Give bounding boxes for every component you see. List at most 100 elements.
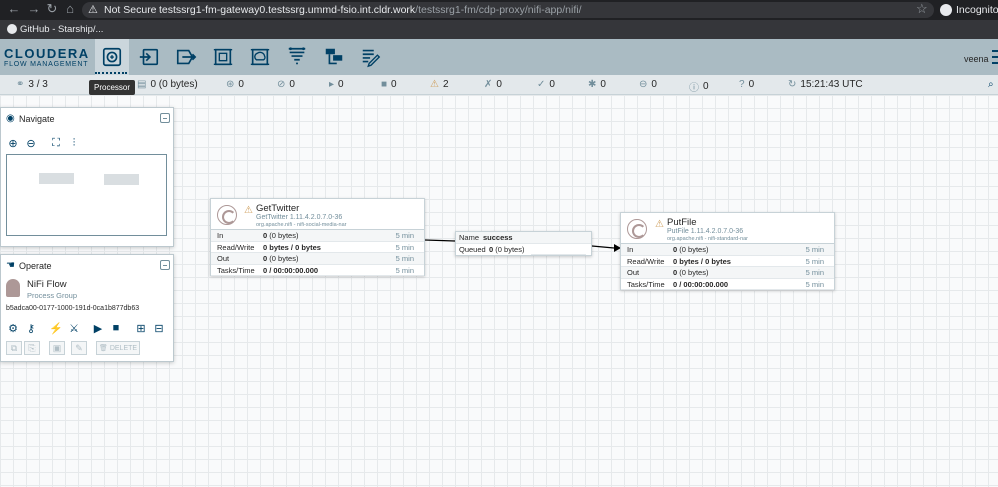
processor-header: ⚠ GetTwitter GetTwitter 1.11.4.2.0.7.0-3… (211, 199, 424, 230)
connection-label[interactable]: Name success Queued 0 (0 bytes) (455, 231, 592, 256)
fit-icon[interactable]: ⛶ (49, 136, 63, 150)
stat-row: Tasks/Time 0 / 00:00:00.000 5 min (621, 279, 834, 290)
paste-icon[interactable]: ⎘ (24, 341, 40, 355)
stale-count: 0 (651, 79, 657, 90)
create-template-icon[interactable]: ⊞ (134, 321, 148, 335)
processor-bundle: org.apache.nifi - nifi-social-media-nar (256, 222, 347, 228)
forward-icon[interactable]: → (26, 1, 42, 16)
processor-name: GetTwitter (256, 203, 300, 214)
zoom-in-icon[interactable]: ⊕ (6, 136, 20, 150)
stopped-status: ■ 0 (381, 79, 397, 90)
connection-name-row: Name success (456, 232, 591, 244)
disabled-count: 0 (496, 79, 502, 90)
stat-value: 0 bytes / 0 bytes (263, 242, 321, 254)
connection-queued-label: Queued (459, 245, 486, 254)
cluster-icon: ⚭ (16, 79, 25, 90)
stat-value: 0 (0 bytes) (673, 244, 708, 256)
processor-icon (102, 47, 122, 67)
queue-progress-bar (531, 254, 586, 255)
url-path: /testssrg1-fm/cdp-proxy/nifi-app/nifi/ (415, 4, 582, 16)
navigate-title: Navigate (19, 114, 55, 124)
upload-template-icon[interactable]: ⊟ (152, 321, 166, 335)
zoom-out-icon[interactable]: ⊖ (24, 136, 38, 150)
output-port-button[interactable] (172, 43, 200, 71)
collapse-icon[interactable] (160, 260, 170, 270)
processor-button[interactable] (95, 39, 129, 75)
bookmark-star-icon[interactable]: ☆ (916, 1, 928, 17)
nifi-header: CLOUDERA FLOW MANAGEMENT veena (0, 39, 998, 75)
process-group-button[interactable] (209, 43, 237, 71)
connection-queued-row: Queued 0 (0 bytes) (456, 244, 591, 256)
color-icon[interactable]: ✎ (71, 341, 87, 355)
github-icon (7, 24, 17, 34)
stopped-count: 0 (391, 79, 397, 90)
processor-putfile[interactable]: ⚠ PutFile PutFile 1.11.4.2.0.7.0-36 org.… (620, 212, 835, 290)
remote-process-group-icon (250, 48, 270, 66)
actual-size-icon[interactable]: ⫶ (67, 136, 81, 150)
start-icon[interactable]: ▶ (91, 321, 105, 335)
home-icon[interactable]: ⌂ (62, 1, 78, 16)
collapse-icon[interactable] (160, 113, 170, 123)
operate-header[interactable]: ☚ Operate (1, 255, 173, 277)
copy-icon[interactable]: ⧉ (6, 341, 22, 355)
global-menu-icon[interactable] (992, 50, 998, 64)
current-user[interactable]: veena (964, 54, 989, 64)
birdseye-processor (104, 174, 139, 185)
stat-bytes: (0 bytes) (269, 254, 299, 263)
template-button[interactable] (320, 43, 348, 71)
reload-icon[interactable]: ↻ (44, 1, 60, 17)
stat-bytes: (0 bytes) (269, 231, 299, 240)
sync-failure-status: ? 0 (739, 79, 754, 90)
delete-button[interactable]: 🗑 DELETE (96, 341, 140, 355)
connection-name-label: Name (459, 233, 480, 242)
incognito-label: Incognito (956, 4, 998, 16)
queued-status: ▤ 0 (0 bytes) (137, 79, 198, 90)
processor-type: GetTwitter 1.11.4.2.0.7.0-36 (256, 214, 343, 221)
key-icon[interactable]: ⚷ (24, 321, 38, 335)
label-button[interactable] (357, 43, 385, 71)
not-transmitting-icon: ⊘ (277, 79, 286, 90)
stat-value: 0 (0 bytes) (263, 230, 298, 242)
stat-row: In 0 (0 bytes) 5 min (621, 244, 834, 256)
incognito-icon (940, 4, 952, 16)
warning-icon[interactable]: ⚠ (655, 219, 664, 230)
input-port-button[interactable] (135, 43, 163, 71)
stat-window: 5 min (805, 268, 824, 277)
funnel-button[interactable] (283, 43, 311, 71)
stat-number: 0 (263, 231, 268, 240)
flow-canvas[interactable]: ◉ Navigate ⊕ ⊖ ⛶ ⫶ ☚ Operate NiFi Flow P… (0, 95, 998, 487)
stat-bytes: (0 bytes) (679, 245, 709, 254)
bookmark-github[interactable]: GitHub - Starship/... (20, 20, 103, 39)
remote-process-group-button[interactable] (246, 43, 274, 71)
birdseye-view[interactable] (6, 154, 167, 236)
disabled-status: ✗ 0 (484, 79, 502, 90)
label-icon (362, 49, 381, 68)
stat-number: 0 (263, 254, 268, 263)
address-bar[interactable]: ⚠ Not Secure testssrg1-fm-gateway0.tests… (82, 2, 934, 18)
transmitting-count: 0 (238, 79, 244, 90)
navigate-panel: ◉ Navigate ⊕ ⊖ ⛶ ⫶ (0, 107, 174, 247)
check-icon: ✓ (537, 79, 546, 90)
navigate-header[interactable]: ◉ Navigate (1, 108, 173, 130)
transmitting-icon: ⊛ (226, 79, 235, 90)
gear-icon[interactable]: ⚙ (6, 321, 20, 335)
cloudera-logo: CLOUDERA (4, 46, 90, 61)
back-icon[interactable]: ← (6, 1, 22, 16)
not-transmitting-status: ⊘ 0 (277, 79, 295, 90)
group-icon[interactable]: ▣ (49, 341, 65, 355)
processor-gettwitter[interactable]: ⚠ GetTwitter GetTwitter 1.11.4.2.0.7.0-3… (210, 198, 425, 276)
stat-label: Out (217, 254, 230, 263)
search-icon[interactable]: ⌕ (988, 79, 994, 90)
stat-window: 5 min (805, 245, 824, 254)
processor-logo-icon (627, 219, 647, 239)
logo-subtitle: FLOW MANAGEMENT (4, 61, 89, 68)
enable-icon[interactable]: ⚡ (49, 321, 63, 335)
disable-icon[interactable]: ⚔ (67, 321, 81, 335)
incognito-badge[interactable]: Incognito (940, 2, 998, 18)
transmitting-status: ⊛ 0 (226, 79, 244, 90)
warning-icon[interactable]: ⚠ (244, 205, 253, 216)
last-refreshed[interactable]: ↻ 15:21:43 UTC (788, 79, 863, 90)
stat-label: Tasks/Time (217, 265, 255, 275)
refresh-icon[interactable]: ↻ (788, 79, 796, 90)
stop-icon[interactable]: ■ (109, 321, 123, 335)
